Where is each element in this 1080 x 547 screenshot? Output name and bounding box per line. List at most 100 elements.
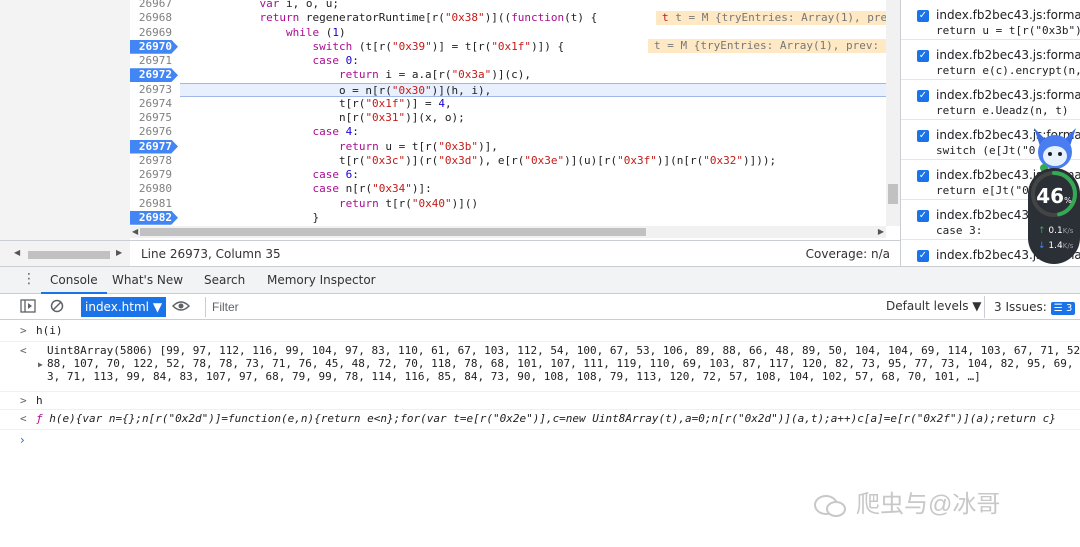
line-number[interactable]: 26976: [130, 125, 178, 139]
function-keyword: ƒ: [36, 412, 50, 425]
input-prompt-icon: >: [20, 394, 27, 407]
line-number[interactable]: 26974: [130, 97, 178, 111]
tab-console[interactable]: Console: [41, 267, 107, 294]
scroll-thumb[interactable]: [28, 251, 110, 259]
coverage-status[interactable]: Coverage: n/a: [806, 247, 890, 261]
code-line[interactable]: return i = a.a[r("0x3a")](c),: [180, 68, 886, 82]
console-toolbar: index.html ▼ Default levels ▼ 3 Issues:☰…: [0, 294, 1080, 320]
console-result-row[interactable]: < ▶ Uint8Array(5806) [99, 97, 112, 116, …: [0, 344, 1080, 392]
scroll-left-icon[interactable]: ◀: [14, 247, 20, 259]
breakpoint-line-number[interactable]: 26977: [130, 139, 178, 154]
scroll-left-icon[interactable]: ◀: [132, 226, 138, 238]
checkbox-checked-icon[interactable]: ✓: [917, 170, 929, 182]
call-stack-file: index.fb2bec43.js:formatted: [936, 88, 1080, 102]
inline-value-26970: t = M {tryEntries: Array(1), prev:: [648, 39, 886, 53]
scroll-thumb[interactable]: [888, 184, 898, 204]
line-number[interactable]: 26979: [130, 168, 178, 182]
call-stack-code: case 3:: [936, 224, 983, 237]
editor-vertical-scrollbar[interactable]: [886, 0, 900, 226]
breakpoint-line-number[interactable]: 26972: [130, 68, 178, 83]
checkbox-checked-icon[interactable]: ✓: [917, 250, 929, 262]
result-arrow-icon: <: [20, 344, 27, 357]
code-line[interactable]: o = n[r("0x30")](h, i),: [180, 82, 886, 97]
download-arrow-icon: ↓: [1038, 241, 1046, 251]
call-stack-file: index.fb2bec43.js:formatted: [936, 8, 1080, 22]
wechat-logo-icon: [814, 494, 846, 517]
upload-arrow-icon: ↑: [1038, 226, 1046, 236]
console-function-row[interactable]: < ƒ h(e){var n={};n[r("0x2d")]=function(…: [0, 410, 1080, 430]
source-editor[interactable]: 26967 26968 26969 26970 26971 26972 26973 26974…: [0, 0, 900, 240]
checkbox-checked-icon[interactable]: ✓: [917, 90, 929, 102]
clear-console-icon[interactable]: [50, 299, 64, 318]
code-area[interactable]: var i, o, u; return regeneratorRuntime[r…: [180, 0, 886, 226]
console-prompt-caret-icon[interactable]: ›: [20, 433, 25, 447]
call-stack-file: index.fb2bec43.js:formatted: [936, 48, 1080, 62]
mascot-icon: [1034, 128, 1076, 172]
scroll-thumb[interactable]: [140, 228, 646, 236]
code-line[interactable]: t[r("0x1f")] = 4,: [180, 97, 886, 111]
code-line[interactable]: case n[r("0x34")]:: [180, 182, 886, 196]
watermark: 爬虫与@冰哥: [812, 484, 1000, 519]
code-line[interactable]: case 0:: [180, 54, 886, 68]
speed-meter[interactable]: 46% ↑ 0.1K/s ↓ 1.4K/s: [1028, 168, 1080, 264]
line-number[interactable]: 26980: [130, 182, 178, 196]
upload-speed: ↑ 0.1K/s: [1038, 226, 1074, 236]
filter-input[interactable]: [205, 297, 875, 317]
navigator-pane: [0, 0, 130, 240]
scroll-right-icon[interactable]: ▶: [116, 247, 122, 259]
checkbox-checked-icon[interactable]: ✓: [917, 130, 929, 142]
network-speed-widget[interactable]: 46% ↑ 0.1K/s ↓ 1.4K/s: [1022, 126, 1080, 264]
line-number[interactable]: 26975: [130, 111, 178, 125]
line-number[interactable]: 26967: [130, 0, 178, 11]
code-line[interactable]: n[r("0x31")](x, o);: [180, 111, 886, 125]
issues-button[interactable]: 3 Issues: ☰ 3: [984, 296, 1076, 318]
line-number-gutter[interactable]: 26967 26968 26969 26970 26971 26972 26973 26974…: [130, 0, 178, 226]
function-source: h(e){var n={};n[r("0x2d")]=function(e,n)…: [49, 412, 1056, 425]
expand-arrow-icon[interactable]: ▶: [38, 358, 43, 371]
inline-value-26968: t t = M {tryEntries: Array(1), prev:: [656, 11, 886, 25]
line-number[interactable]: 26969: [130, 26, 178, 40]
tab-memory-inspector[interactable]: Memory Inspector: [258, 267, 385, 294]
editor-horizontal-scrollbar[interactable]: ◀ ▶: [130, 226, 886, 238]
call-stack-code: return u = t[r("0x3b"): [936, 24, 1080, 37]
code-line[interactable]: t[r("0x3c")](r("0x3d"), e[r("0x3e")](u)[…: [180, 154, 886, 168]
code-line[interactable]: while (1): [180, 26, 886, 40]
line-number[interactable]: 26978: [130, 154, 178, 168]
code-line[interactable]: case 4:: [180, 125, 886, 139]
code-line[interactable]: return u = t[r("0x3b")],: [180, 140, 886, 154]
line-number[interactable]: 26973: [130, 83, 178, 97]
dropdown-arrow-icon: ▼: [152, 300, 163, 314]
call-stack-item[interactable]: ✓ index.fb2bec43.js:formatted return e.Uea…: [901, 79, 1080, 119]
call-stack-code: return e.Ueadz(n, t): [936, 104, 1069, 117]
breakpoint-line-number[interactable]: 26970: [130, 39, 178, 54]
code-line[interactable]: }: [180, 211, 886, 225]
call-stack-item[interactable]: ✓ index.fb2bec43.js:formatted return u = t…: [901, 0, 1080, 39]
code-line[interactable]: case 6:: [180, 168, 886, 182]
download-speed: ↓ 1.4K/s: [1038, 241, 1074, 251]
line-number[interactable]: 26968: [130, 11, 178, 25]
tab-search[interactable]: Search: [195, 267, 254, 294]
eye-icon[interactable]: [171, 299, 191, 318]
console-input-row: > h: [0, 392, 1080, 410]
checkbox-checked-icon[interactable]: ✓: [917, 50, 929, 62]
code-line[interactable]: var i, o, u;: [180, 0, 886, 11]
line-number[interactable]: 26981: [130, 197, 178, 211]
log-levels-dropdown[interactable]: Default levels ▼: [886, 299, 982, 313]
checkbox-checked-icon[interactable]: ✓: [917, 210, 929, 222]
code-line[interactable]: return t[r("0x40")](): [180, 197, 886, 211]
line-number[interactable]: 26971: [130, 54, 178, 68]
checkbox-checked-icon[interactable]: ✓: [917, 10, 929, 22]
context-selector[interactable]: index.html ▼: [81, 297, 167, 317]
scroll-right-icon[interactable]: ▶: [878, 226, 884, 238]
more-options-icon[interactable]: ⋮: [22, 271, 36, 287]
call-stack-code: switch (e[Jt("0: [936, 144, 1036, 157]
breakpoint-line-number[interactable]: 26982: [130, 210, 178, 225]
issues-badge: ☰ 3: [1050, 302, 1076, 315]
tab-whats-new[interactable]: What's New: [103, 267, 192, 294]
result-line: 3, 71, 113, 99, 84, 83, 107, 97, 68, 79,…: [47, 370, 981, 383]
call-stack-item[interactable]: ✓ index.fb2bec43.js:formatted return e(c).…: [901, 39, 1080, 79]
sidebar-toggle-icon[interactable]: [20, 299, 36, 318]
dropdown-arrow-icon: ▼: [972, 299, 982, 313]
navigator-footer: ◀ ▶: [0, 241, 130, 267]
result-line: 88, 107, 70, 122, 52, 78, 78, 73, 71, 76…: [47, 357, 1080, 370]
